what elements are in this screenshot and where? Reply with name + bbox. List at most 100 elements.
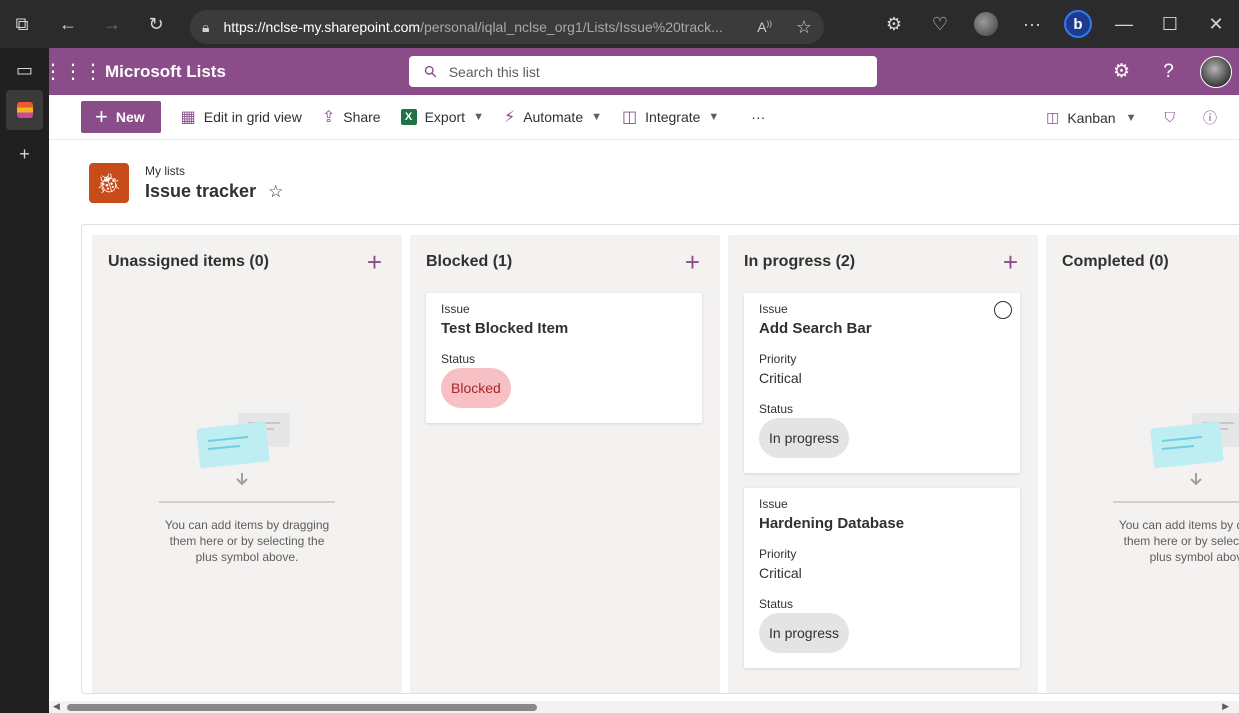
lock-icon: 🔒︎	[202, 18, 210, 35]
new-button-label: New	[115, 109, 145, 125]
bing-icon: b	[1064, 10, 1092, 38]
bing-button[interactable]: b	[1055, 0, 1101, 48]
field-label: Priority	[759, 352, 797, 366]
favorite-star-icon[interactable]: ☆	[796, 17, 812, 38]
integrate-icon: ◫	[622, 109, 638, 126]
share-button[interactable]: ⇪ Share	[322, 107, 381, 127]
view-switcher[interactable]: ◫ Kanban ▼	[1032, 109, 1150, 126]
scroll-left-icon[interactable]: ◀	[53, 701, 60, 712]
chevron-down-icon: ▼	[473, 111, 484, 123]
add-item-icon[interactable]: +	[1003, 247, 1018, 278]
back-icon[interactable]: ←	[46, 0, 90, 48]
kanban-board: Unassigned items (0) + You can add items…	[81, 224, 1239, 694]
divider	[1113, 501, 1239, 503]
chevron-down-icon: ▼	[591, 111, 603, 123]
forward-icon[interactable]: →	[90, 0, 134, 48]
info-icon[interactable]: ⓘ	[1189, 108, 1239, 128]
bug-icon: 🐞︎	[89, 163, 129, 203]
user-avatar	[1199, 55, 1232, 88]
workspaces-icon[interactable]: ⧉	[0, 0, 44, 48]
empty-message: You can add items by dragging them here …	[1118, 518, 1239, 564]
suite-bar: ⋮⋮⋮ Microsoft Lists ⚲ Search this list ⚙…	[49, 48, 1239, 95]
grid-icon: ▦	[180, 109, 196, 126]
search-box[interactable]: ⚲ Search this list	[409, 56, 877, 87]
card-add-search-bar[interactable]: Issue Add Search Bar Priority Critical S…	[744, 293, 1020, 473]
field-label: Issue	[759, 497, 788, 511]
settings-icon[interactable]: ⚙︎	[1098, 48, 1145, 95]
field-label: Status	[759, 402, 794, 416]
field-label: Status	[759, 597, 794, 611]
refresh-icon[interactable]: ↻	[134, 0, 178, 48]
priority-value: Critical	[759, 370, 802, 386]
app-launcher-icon[interactable]: ⋮⋮⋮	[49, 48, 103, 95]
automate-label: Automate	[523, 109, 584, 125]
tab-actions-icon[interactable]: ▭	[0, 50, 49, 90]
export-button[interactable]: X Export ▼	[400, 109, 484, 125]
favorite-star-icon[interactable]: ☆	[268, 182, 283, 202]
export-label: Export	[424, 109, 466, 125]
column-in-progress: In progress (2) + Issue Add Search Bar P…	[728, 235, 1038, 693]
edit-grid-label: Edit in grid view	[203, 109, 302, 125]
address-bar[interactable]: 🔒︎ https://nclse-my.sharepoint.com/perso…	[190, 10, 824, 44]
app-name[interactable]: Microsoft Lists	[105, 62, 226, 82]
new-button[interactable]: + New	[81, 101, 161, 133]
issue-title: Add Search Bar	[759, 320, 872, 337]
automate-button[interactable]: ⚡︎ Automate ▼	[504, 107, 602, 127]
breadcrumb[interactable]: My lists	[145, 164, 283, 178]
maximize-icon[interactable]: ☐	[1147, 0, 1193, 48]
field-label: Issue	[441, 302, 470, 316]
search-icon: ⚲	[421, 61, 442, 83]
profile-avatar-icon	[974, 12, 998, 36]
url-path: /personal/iqlal_nclse_org1/Lists/Issue%2…	[420, 19, 723, 35]
filter-icon[interactable]: ⛉	[1151, 109, 1190, 126]
extensions-icon[interactable]: ⚙︎	[871, 0, 917, 48]
scroll-thumb[interactable]	[67, 704, 537, 711]
page-title: Issue tracker	[145, 181, 257, 201]
url-host: https://nclse-my.sharepoint.com	[223, 19, 421, 35]
add-item-icon[interactable]: +	[367, 247, 382, 278]
column-title: Blocked (1)	[426, 253, 513, 270]
vertical-tab-strip: ▭ +	[0, 48, 49, 713]
column-completed: Completed (0) You can add items by dragg…	[1046, 235, 1239, 693]
excel-icon: X	[400, 109, 417, 125]
column-title: Completed (0)	[1062, 253, 1169, 270]
view-label: Kanban	[1067, 109, 1116, 126]
scroll-right-icon[interactable]: ▶	[1222, 701, 1229, 712]
help-icon[interactable]: ?	[1145, 48, 1192, 95]
search-placeholder: Search this list	[448, 63, 540, 80]
edit-grid-button[interactable]: ▦ Edit in grid view	[181, 107, 302, 127]
divider	[159, 501, 335, 503]
add-item-icon[interactable]: +	[685, 247, 700, 278]
select-radio[interactable]	[994, 301, 1012, 319]
empty-cards-illustration	[1150, 413, 1239, 486]
account-button[interactable]	[1192, 48, 1239, 95]
field-label: Status	[441, 352, 476, 366]
horizontal-scrollbar[interactable]: ◀ ▶	[49, 701, 1239, 713]
column-title: Unassigned items (0)	[108, 253, 269, 270]
kanban-view-icon: ◫	[1046, 109, 1060, 125]
new-tab-icon[interactable]: +	[0, 134, 49, 174]
more-commands-button[interactable]: ···	[751, 109, 765, 125]
plus-icon: +	[95, 104, 108, 129]
read-aloud-icon[interactable]: A))	[757, 19, 772, 35]
empty-state: You can add items by dragging them here …	[1046, 411, 1239, 565]
close-icon[interactable]: ✕	[1193, 0, 1239, 48]
more-commands-label: ···	[751, 109, 766, 125]
card-hardening-database[interactable]: Issue Hardening Database Priority Critic…	[744, 488, 1020, 668]
tab-lists[interactable]	[6, 90, 43, 130]
minimize-icon[interactable]: —	[1101, 0, 1147, 48]
lists-app: ⋮⋮⋮ Microsoft Lists ⚲ Search this list ⚙…	[49, 48, 1239, 713]
health-icon[interactable]: ♡	[917, 0, 963, 48]
chevron-down-icon: ▼	[1125, 111, 1137, 124]
more-options-icon[interactable]: ···	[1009, 0, 1055, 48]
command-bar: + New ▦ Edit in grid view ⇪ Share X Expo…	[49, 95, 1239, 140]
empty-message: You can add items by dragging them here …	[164, 518, 330, 564]
column-blocked: Blocked (1) + Issue Test Blocked Item St…	[410, 235, 720, 693]
empty-cards-illustration	[196, 413, 290, 486]
column-title: In progress (2)	[744, 253, 856, 270]
priority-value: Critical	[759, 565, 802, 581]
integrate-button[interactable]: ◫ Integrate ▼	[622, 107, 719, 127]
card-test-blocked-item[interactable]: Issue Test Blocked Item Status Blocked	[426, 293, 702, 423]
lists-tab-icon	[16, 102, 33, 118]
profile-button[interactable]	[963, 0, 1009, 48]
